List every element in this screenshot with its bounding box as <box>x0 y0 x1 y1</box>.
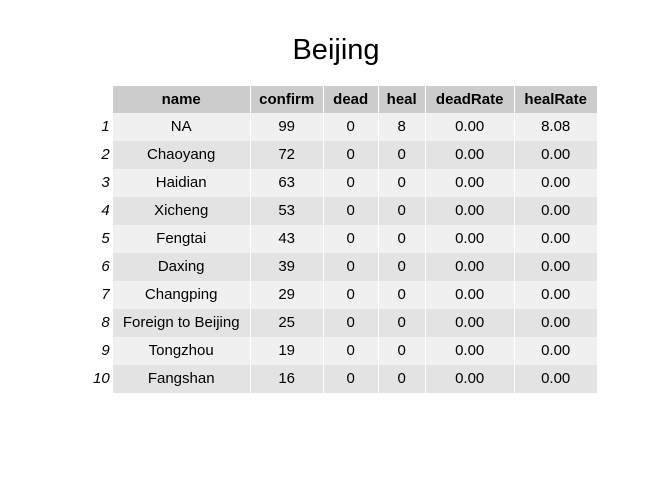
cell-confirm: 25 <box>250 309 323 337</box>
cell-dead: 0 <box>323 281 378 309</box>
cell-healrate: 8.08 <box>514 113 597 141</box>
header-healrate: healRate <box>514 86 597 113</box>
cell-healrate: 0.00 <box>514 197 597 225</box>
cell-healrate: 0.00 <box>514 253 597 281</box>
table-body: 1 NA 99 0 8 0.00 8.08 2 Chaoyang 72 0 0 0.00 0.00 3 Hai… <box>85 113 597 393</box>
cell-name: Daxing <box>112 253 250 281</box>
table-row: 2 Chaoyang 72 0 0 0.00 0.00 <box>85 141 597 169</box>
cell-name: NA <box>112 113 250 141</box>
table-title: Beijing <box>292 34 380 66</box>
cell-healrate: 0.00 <box>514 141 597 169</box>
cell-name: Changping <box>112 281 250 309</box>
header-row: name confirm dead heal deadRate healRate <box>85 86 597 113</box>
cell-name: Tongzhou <box>112 337 250 365</box>
header-deadrate: deadRate <box>425 86 514 113</box>
cell-healrate: 0.00 <box>514 337 597 365</box>
cell-deadrate: 0.00 <box>425 113 514 141</box>
table-header: name confirm dead heal deadRate healRate <box>85 86 597 113</box>
cell-confirm: 29 <box>250 281 323 309</box>
cell-dead: 0 <box>323 253 378 281</box>
row-index: 6 <box>101 258 110 275</box>
cell-name: Haidian <box>112 169 250 197</box>
cell-name: Foreign to Beijing <box>112 309 250 337</box>
cell-name: Xicheng <box>112 197 250 225</box>
row-index: 7 <box>101 286 110 303</box>
cell-deadrate: 0.00 <box>425 365 514 393</box>
cell-dead: 0 <box>323 197 378 225</box>
cell-dead: 0 <box>323 113 378 141</box>
header-name: name <box>112 86 250 113</box>
cell-deadrate: 0.00 <box>425 253 514 281</box>
cell-healrate: 0.00 <box>514 225 597 253</box>
cell-confirm: 43 <box>250 225 323 253</box>
cell-confirm: 39 <box>250 253 323 281</box>
row-index: 9 <box>101 342 110 359</box>
row-index: 5 <box>101 230 110 247</box>
cell-healrate: 0.00 <box>514 281 597 309</box>
header-heal: heal <box>378 86 425 113</box>
cell-dead: 0 <box>323 365 378 393</box>
row-index: 1 <box>101 118 110 135</box>
cell-heal: 0 <box>378 197 425 225</box>
cell-confirm: 19 <box>250 337 323 365</box>
cell-heal: 0 <box>378 225 425 253</box>
cell-dead: 0 <box>323 141 378 169</box>
header-dead: dead <box>323 86 378 113</box>
row-index: 4 <box>101 202 110 219</box>
cell-dead: 0 <box>323 169 378 197</box>
table-row: 8 Foreign to Beijing 25 0 0 0.00 0.00 <box>85 309 597 337</box>
cell-dead: 0 <box>323 309 378 337</box>
header-confirm: confirm <box>250 86 323 113</box>
cell-healrate: 0.00 <box>514 169 597 197</box>
table-row: 3 Haidian 63 0 0 0.00 0.00 <box>85 169 597 197</box>
cell-heal: 0 <box>378 281 425 309</box>
data-table: name confirm dead heal deadRate healRate… <box>84 86 598 393</box>
cell-dead: 0 <box>323 337 378 365</box>
cell-confirm: 99 <box>250 113 323 141</box>
row-index: 3 <box>101 174 110 191</box>
cell-name: Fengtai <box>112 225 250 253</box>
cell-deadrate: 0.00 <box>425 309 514 337</box>
cell-deadrate: 0.00 <box>425 141 514 169</box>
cell-healrate: 0.00 <box>514 309 597 337</box>
row-index: 8 <box>101 314 110 331</box>
cell-confirm: 53 <box>250 197 323 225</box>
cell-heal: 0 <box>378 337 425 365</box>
cell-confirm: 63 <box>250 169 323 197</box>
table-row: 9 Tongzhou 19 0 0 0.00 0.00 <box>85 337 597 365</box>
cell-deadrate: 0.00 <box>425 169 514 197</box>
cell-deadrate: 0.00 <box>425 337 514 365</box>
cell-deadrate: 0.00 <box>425 281 514 309</box>
cell-heal: 0 <box>378 253 425 281</box>
cell-heal: 0 <box>378 365 425 393</box>
row-index: 2 <box>101 146 110 163</box>
cell-deadrate: 0.00 <box>425 225 514 253</box>
cell-name: Fangshan <box>112 365 250 393</box>
cell-dead: 0 <box>323 225 378 253</box>
cell-heal: 0 <box>378 141 425 169</box>
row-index: 10 <box>93 370 110 387</box>
cell-heal: 0 <box>378 169 425 197</box>
cell-confirm: 72 <box>250 141 323 169</box>
cell-healrate: 0.00 <box>514 365 597 393</box>
cell-heal: 8 <box>378 113 425 141</box>
cell-deadrate: 0.00 <box>425 197 514 225</box>
table-row: 7 Changping 29 0 0 0.00 0.00 <box>85 281 597 309</box>
table-row: 6 Daxing 39 0 0 0.00 0.00 <box>85 253 597 281</box>
table-row: 1 NA 99 0 8 0.00 8.08 <box>85 113 597 141</box>
table-row: 4 Xicheng 53 0 0 0.00 0.00 <box>85 197 597 225</box>
cell-heal: 0 <box>378 309 425 337</box>
cell-name: Chaoyang <box>112 141 250 169</box>
header-index-cell <box>85 86 112 113</box>
table-row: 5 Fengtai 43 0 0 0.00 0.00 <box>85 225 597 253</box>
table-row: 10 Fangshan 16 0 0 0.00 0.00 <box>85 365 597 393</box>
cell-confirm: 16 <box>250 365 323 393</box>
